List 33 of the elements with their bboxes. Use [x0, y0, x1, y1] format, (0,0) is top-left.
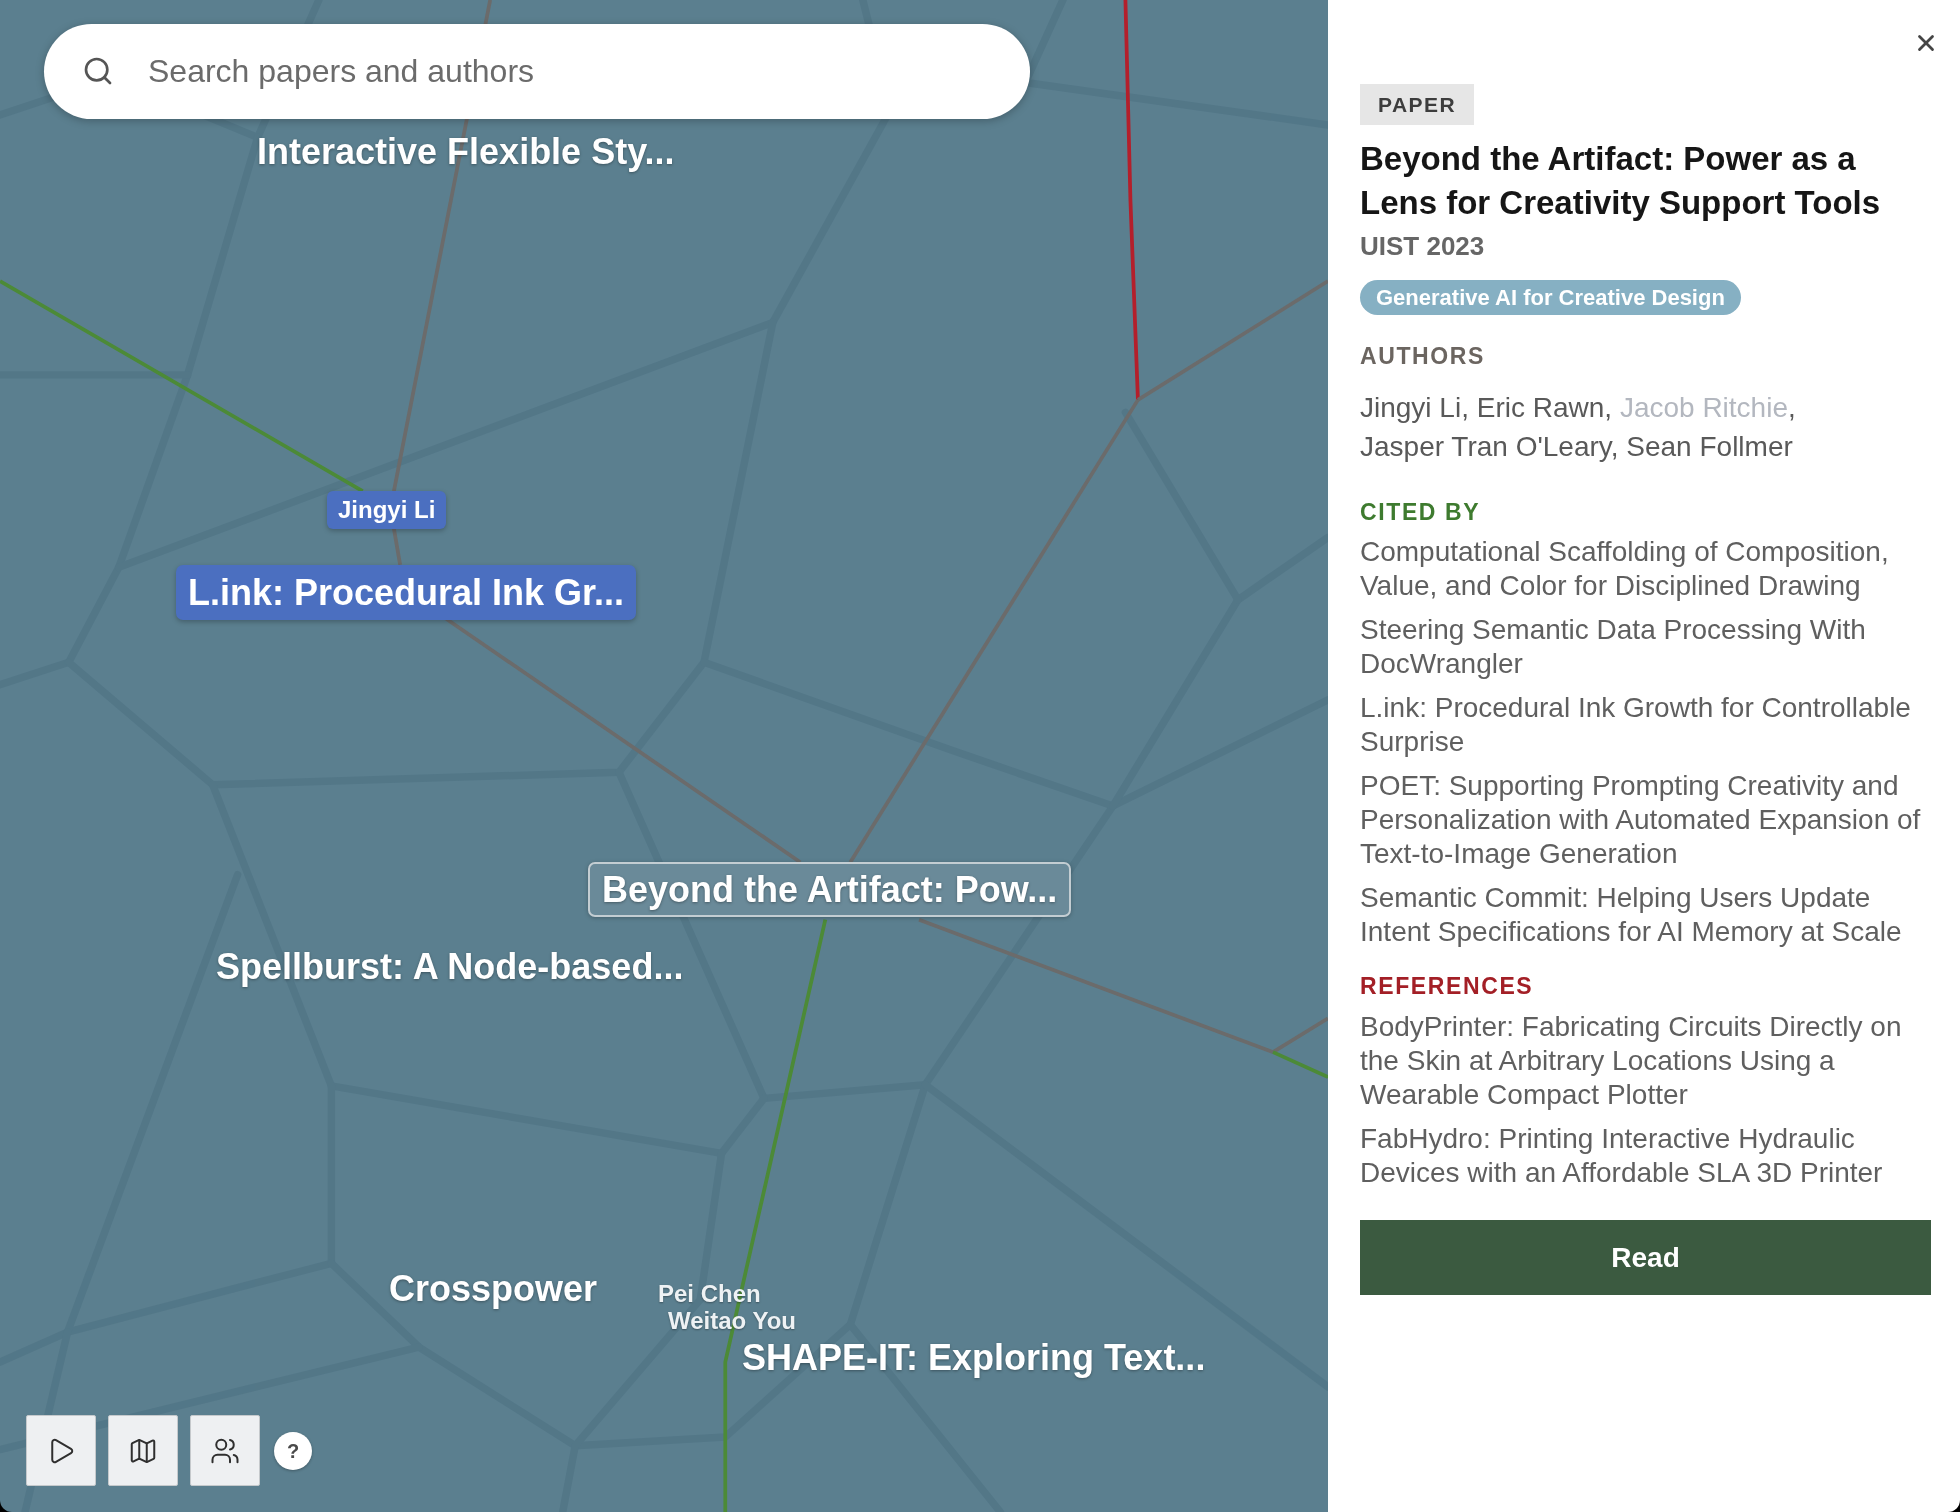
reference-item[interactable]: FabHydro: Printing Interactive Hydraulic Devices with an Affordable SLA 3D Printer — [1360, 1122, 1931, 1190]
author-label[interactable]: Jingyi Li — [327, 491, 447, 529]
author-link[interactable]: Eric Rawn, — [1476, 392, 1613, 423]
author-link[interactable]: Sean Follmer — [1626, 431, 1793, 462]
read-button[interactable]: Read — [1360, 1220, 1931, 1295]
paper-label[interactable]: SHAPE-IT: Exploring Text... — [742, 1336, 1206, 1380]
cited-by-item[interactable]: Semantic Commit: Helping Users Update Intent Specifications for AI Memory at Scale — [1360, 881, 1931, 949]
author-link[interactable]: Jacob Ritchie, — [1619, 392, 1796, 423]
author-link[interactable]: Jasper Tran O'Leary, — [1360, 431, 1619, 462]
search-field[interactable]: Search papers and authors — [44, 24, 1030, 119]
search-icon — [82, 55, 114, 87]
cited-by-item[interactable]: Computational Scaffolding of Composition, Value, and Color for Disciplined Drawing — [1360, 535, 1931, 603]
paper-label[interactable]: Crosspower — [389, 1267, 598, 1311]
cited-by-item[interactable]: Steering Semantic Data Processing With DocWrangler — [1360, 613, 1931, 681]
section-heading: REFERENCES — [1360, 972, 1534, 1000]
section-heading: CITED BY — [1360, 498, 1481, 526]
link-line — [392, 528, 402, 566]
cited-by-item[interactable]: L.ink: Procedural Ink Growth for Controllable Surprise — [1360, 691, 1931, 759]
paper-label[interactable]: Spellburst: A Node-based... — [216, 945, 684, 989]
section-heading: AUTHORS — [1360, 342, 1485, 370]
cited-by-item[interactable]: POET: Supporting Prompting Creativity and Personalization with Automated Expansion of Text-to-Image Generation — [1360, 769, 1931, 871]
paper-label[interactable]: L.ink: Procedural Ink Gr... — [176, 565, 637, 620]
people-button[interactable] — [190, 1415, 260, 1486]
paper-label[interactable]: Beyond the Artifact: Pow... — [588, 862, 1072, 917]
venue-text: UIST 2023 — [1360, 230, 1485, 262]
author-link[interactable]: Jingyi Li, — [1360, 392, 1469, 423]
map-button[interactable] — [108, 1415, 178, 1486]
paper-label[interactable]: Interactive Flexible Sty... — [257, 130, 675, 174]
reference-item[interactable]: BodyPrinter: Fabricating Circuits Directly on the Skin at Arbitrary Locations Using a Wearable Compact Plotter — [1360, 1010, 1931, 1112]
play-button[interactable] — [26, 1415, 96, 1486]
type-badge: PAPER — [1360, 84, 1475, 125]
help-button[interactable]: ? — [274, 1431, 312, 1470]
paper-title: Beyond the Artifact: Power as a Lens for Creativity Support Tools — [1360, 139, 1882, 223]
